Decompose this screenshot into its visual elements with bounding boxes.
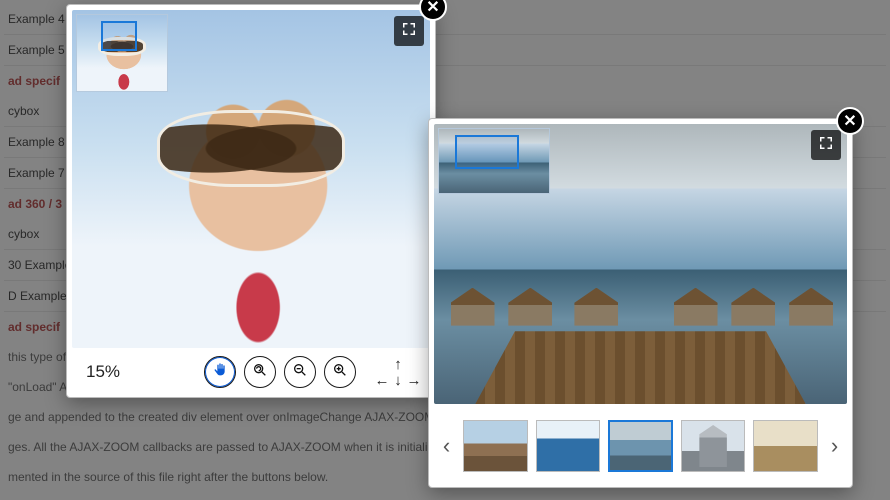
fullscreen-button[interactable] — [811, 130, 841, 160]
close-button[interactable]: ✕ — [836, 107, 864, 135]
close-icon: ✕ — [426, 0, 439, 17]
thumbnail-selected[interactable] — [608, 420, 673, 472]
hand-icon — [212, 362, 228, 383]
close-icon: ✕ — [843, 111, 856, 131]
pan-down-button[interactable]: ↓ — [394, 373, 402, 388]
chevron-left-icon: ‹ — [443, 433, 450, 459]
navigator-minimap[interactable] — [438, 128, 550, 194]
thumbnail[interactable] — [681, 420, 746, 472]
thumbnail-strip: ‹ › — [434, 404, 847, 482]
navigator-minimap[interactable] — [76, 14, 168, 92]
zoom-toolbar: 15% ↑ ← ↓ → — [72, 348, 430, 392]
zoom-viewport[interactable] — [434, 124, 847, 404]
reset-zoom-button[interactable] — [244, 356, 276, 388]
lightbox-gallery: ✕ ‹ › — [428, 118, 853, 488]
zoom-in-icon — [332, 362, 348, 383]
pan-left-button[interactable]: ← — [375, 373, 390, 388]
zoom-out-button[interactable] — [284, 356, 316, 388]
zoom-percent-label: 15% — [80, 362, 120, 382]
lightbox-portrait: ✕ 15% — [66, 4, 436, 398]
reset-icon — [252, 362, 268, 383]
thumbs-prev-button[interactable]: ‹ — [438, 414, 455, 478]
thumbnail[interactable] — [463, 420, 528, 472]
zoom-out-icon — [292, 362, 308, 383]
navigator-viewbox[interactable] — [101, 21, 137, 51]
pan-right-button[interactable]: → — [407, 373, 422, 388]
expand-icon — [817, 134, 835, 157]
pan-tool-button[interactable] — [204, 356, 236, 388]
zoom-in-button[interactable] — [324, 356, 356, 388]
bg-paragraph: custom description handling see also exa… — [4, 492, 764, 500]
navigator-viewbox[interactable] — [455, 135, 519, 169]
expand-icon — [400, 20, 418, 43]
thumbnail[interactable] — [753, 420, 818, 472]
pan-up-button[interactable]: ↑ — [394, 357, 402, 372]
thumbs-next-button[interactable]: › — [826, 414, 843, 478]
chevron-right-icon: › — [831, 433, 838, 459]
fullscreen-button[interactable] — [394, 16, 424, 46]
pan-direction-pad: ↑ ← ↓ → — [374, 356, 422, 388]
zoom-viewport[interactable] — [72, 10, 430, 348]
thumbnail[interactable] — [536, 420, 601, 472]
